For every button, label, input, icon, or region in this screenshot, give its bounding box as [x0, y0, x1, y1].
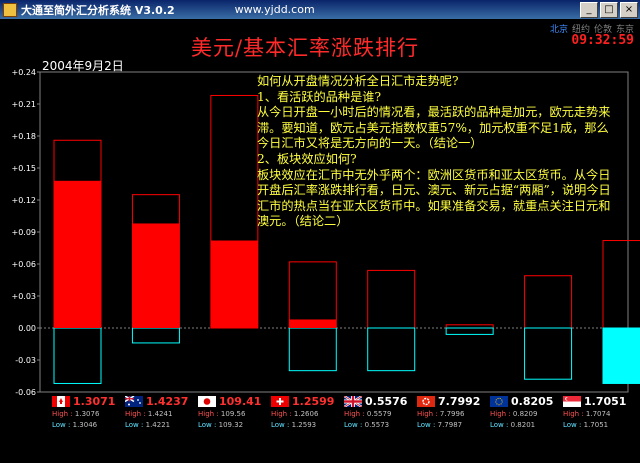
- currency-low: Low : 1.3046: [52, 421, 97, 429]
- ranking-chart: +0.24 +0.21 +0.18 +0.15 +0.12 +0.09 +0.06 +0.03…: [11, 68, 640, 397]
- y-tick-label: -0.03: [15, 356, 36, 365]
- low-value: 7.7987: [437, 421, 463, 429]
- y-tick-label: 0.00: [18, 324, 36, 333]
- low-value: 1.4221: [145, 421, 171, 429]
- low-label: Low :: [563, 421, 582, 429]
- hongkong-flag-icon: [417, 396, 435, 407]
- low-value: 1.2593: [291, 421, 317, 429]
- bar-high-range: [288, 261, 337, 329]
- bar-low-range: [367, 327, 416, 372]
- low-label: Low :: [344, 421, 363, 429]
- currency-rate: 1.4237: [146, 395, 189, 408]
- bar-current: [603, 328, 640, 384]
- high-label: High :: [344, 410, 365, 418]
- y-tick-label: +0.06: [11, 260, 36, 269]
- currency-low: Low : 109.32: [198, 421, 243, 429]
- bar-current: [289, 319, 337, 328]
- low-value: 1.3046: [72, 421, 98, 429]
- currency-high: High : 1.4241: [125, 410, 172, 418]
- analysis-text: 如何从开盘情况分析全日汇市走势呢? 1、看活跃的品种是谁? 从今日开盘一小时后的…: [257, 74, 617, 230]
- high-value: 7.7996: [439, 410, 465, 418]
- currency-rate: 0.8205: [511, 395, 554, 408]
- analysis-body-2: 板块效应在汇市中无外乎两个：欧洲区货币和亚太区货币。从今日开盘后汇率涨跌排行看，…: [257, 167, 611, 229]
- currency-high: High : 1.2606: [271, 410, 318, 418]
- low-value: 109.32: [218, 421, 244, 429]
- high-label: High :: [125, 410, 146, 418]
- bar-high-range: [367, 269, 416, 329]
- low-label: Low :: [52, 421, 71, 429]
- switzerland-flag-icon: [271, 396, 289, 407]
- y-tick-label: +0.03: [11, 292, 36, 301]
- bar-current: [210, 240, 258, 328]
- bar-current: [54, 180, 101, 328]
- bar-high-range: [524, 275, 573, 329]
- y-tick-label: +0.12: [11, 196, 36, 205]
- low-label: Low :: [271, 421, 290, 429]
- high-label: High :: [271, 410, 292, 418]
- high-label: High :: [198, 410, 219, 418]
- analysis-heading-1: 1、看活跃的品种是谁?: [257, 89, 381, 104]
- bar-low-range: [524, 327, 573, 380]
- y-tick-label: +0.09: [11, 228, 36, 237]
- high-value: 1.7074: [585, 410, 611, 418]
- y-tick-label: -0.06: [15, 388, 36, 397]
- currency-rate: 1.7051: [584, 395, 627, 408]
- low-label: Low :: [125, 421, 144, 429]
- currency-high: High : 7.7996: [417, 410, 464, 418]
- currency-low: Low : 1.2593: [271, 421, 316, 429]
- y-tick-label: +0.18: [11, 132, 36, 141]
- high-value: 0.8209: [512, 410, 538, 418]
- high-label: High :: [417, 410, 438, 418]
- currency-high: High : 109.56: [198, 410, 245, 418]
- high-label: High :: [52, 410, 73, 418]
- high-value: 1.3076: [74, 410, 100, 418]
- high-label: High :: [490, 410, 511, 418]
- y-tick-label: +0.15: [11, 164, 36, 173]
- low-label: Low :: [490, 421, 509, 429]
- bar-low-range: [445, 327, 494, 335]
- currency-rate: 1.3071: [73, 395, 116, 408]
- eu-flag-icon: [490, 396, 508, 407]
- bar-current: [132, 223, 180, 328]
- bar-low-range: [131, 327, 180, 344]
- y-tick-label: +0.24: [11, 68, 36, 77]
- currency-high: High : 1.3076: [52, 410, 99, 418]
- currency-high: High : 0.5579: [344, 410, 391, 418]
- high-label: High :: [563, 410, 584, 418]
- currency-low: Low : 1.7051: [563, 421, 608, 429]
- high-value: 1.4241: [147, 410, 173, 418]
- currency-high: High : 0.8209: [490, 410, 537, 418]
- low-value: 1.7051: [583, 421, 609, 429]
- singapore-flag-icon: [563, 396, 581, 407]
- currency-low: Low : 7.7987: [417, 421, 462, 429]
- high-value: 1.2606: [293, 410, 319, 418]
- currency-rate: 0.5576: [365, 395, 408, 408]
- currency-low: Low : 0.5573: [344, 421, 389, 429]
- japan-flag-icon: [198, 396, 216, 407]
- currency-rate: 7.7992: [438, 395, 481, 408]
- low-value: 0.5573: [364, 421, 390, 429]
- currency-low: Low : 1.4221: [125, 421, 170, 429]
- low-value: 0.8201: [510, 421, 536, 429]
- bar-low-range: [53, 327, 102, 384]
- y-tick-label: +0.21: [11, 100, 36, 109]
- currency-rate: 109.41: [219, 395, 262, 408]
- uk-flag-icon: [344, 396, 362, 407]
- analysis-question: 如何从开盘情况分析全日汇市走势呢?: [257, 74, 459, 88]
- bar-high-range: [602, 240, 640, 329]
- low-label: Low :: [198, 421, 217, 429]
- low-label: Low :: [417, 421, 436, 429]
- australia-flag-icon: [125, 396, 143, 407]
- analysis-heading-2: 2、板块效应如何?: [257, 151, 357, 166]
- high-value: 0.5579: [366, 410, 392, 418]
- currency-rate: 1.2599: [292, 395, 335, 408]
- currency-low: Low : 0.8201: [490, 421, 535, 429]
- canada-flag-icon: [52, 396, 70, 407]
- bar-low-range: [288, 327, 337, 372]
- analysis-body-1: 从今日开盘一小时后的情况看，最活跃的品种是加元，欧元走势来滞。要知道，欧元占美元…: [257, 105, 611, 151]
- high-value: 109.56: [220, 410, 246, 418]
- currency-high: High : 1.7074: [563, 410, 610, 418]
